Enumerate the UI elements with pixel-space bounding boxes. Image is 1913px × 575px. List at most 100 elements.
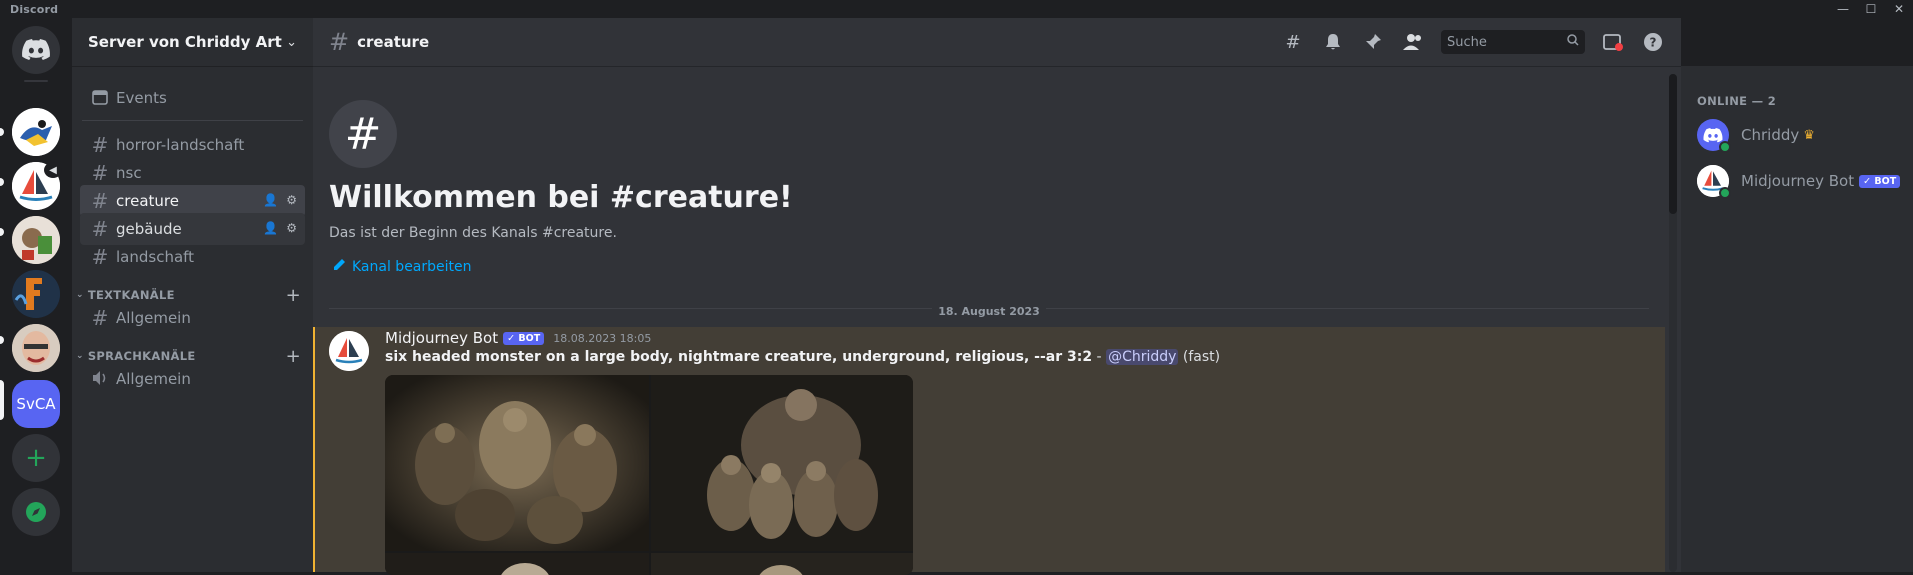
hash-icon: #	[91, 161, 109, 185]
chevron-down-icon: ⌄	[76, 290, 84, 300]
speaker-icon: ◀	[44, 162, 62, 178]
channel-header: # creature # Suche ?	[313, 18, 1681, 66]
channel-title: creature	[357, 33, 430, 51]
invite-icon[interactable]: 👤	[263, 193, 278, 207]
scrollbar[interactable]	[1669, 74, 1677, 572]
pin-icon[interactable]	[1361, 30, 1385, 54]
home-button[interactable]	[12, 26, 60, 74]
server-svca[interactable]: SvCA	[12, 380, 60, 428]
edit-channel-link[interactable]: Kanal bearbeiten	[333, 258, 472, 275]
server-icon-4-art	[12, 270, 60, 318]
inbox-icon[interactable]	[1601, 30, 1625, 54]
channel-label: Allgemein	[116, 309, 191, 327]
active-pill	[0, 380, 4, 420]
hash-icon: #	[91, 133, 109, 157]
hash-icon: #	[329, 28, 350, 56]
user-mention[interactable]: @Chriddy	[1106, 349, 1179, 365]
midjourney-sail-icon	[329, 331, 369, 371]
server-icon-1-art	[12, 108, 60, 156]
chevron-down-icon: ⌄	[286, 34, 297, 50]
hash-icon: #	[91, 306, 109, 330]
server-icon-3-art	[12, 216, 60, 264]
crown-icon: ♛	[1803, 127, 1815, 143]
members-header: ONLINE — 2	[1697, 94, 1776, 108]
invite-icon[interactable]: 👤	[263, 221, 278, 235]
member-item[interactable]: Midjourney Bot ✓ BOT	[1689, 160, 1905, 202]
server-icon-1[interactable]	[12, 108, 60, 156]
search-input[interactable]: Suche	[1441, 30, 1585, 54]
member-item[interactable]: Chriddy ♛	[1689, 114, 1905, 156]
member-name: Midjourney Bot	[1741, 172, 1855, 190]
app-title: Discord	[10, 2, 59, 16]
avatar[interactable]	[329, 331, 369, 371]
category-label: SPRACHKANÄLE	[87, 349, 196, 363]
channel-landschaft[interactable]: # landschaft	[80, 241, 305, 273]
message-timestamp: 18.08.2023 18:05	[553, 331, 652, 345]
welcome-subtitle: Das ist der Beginn des Kanals #creature.	[329, 225, 617, 241]
unread-pill	[0, 128, 4, 136]
server-icon-4[interactable]	[12, 270, 60, 318]
channel-allgemein-text[interactable]: # Allgemein	[80, 302, 305, 334]
server-name: Server von Chriddy Art	[88, 33, 282, 51]
discord-logo-icon	[22, 39, 50, 60]
channel-label: gebäude	[116, 220, 182, 238]
date-divider-label: 18. August 2023	[932, 305, 1046, 318]
close-button[interactable]: ✕	[1885, 0, 1913, 18]
avatar	[1697, 165, 1731, 199]
bot-badge: ✓ BOT	[1859, 174, 1901, 188]
message-author[interactable]: Midjourney Bot	[385, 329, 498, 347]
category-label: TEXTKANÄLE	[87, 288, 175, 302]
generated-image-1[interactable]	[385, 375, 649, 551]
add-server-button[interactable]: +	[12, 434, 60, 482]
bell-icon[interactable]	[1321, 30, 1345, 54]
scrollbar-thumb[interactable]	[1669, 74, 1677, 214]
edit-channel-label: Kanal bearbeiten	[352, 258, 472, 275]
window-controls: — ☐ ✕	[1829, 0, 1913, 18]
search-placeholder: Suche	[1447, 34, 1487, 50]
minimize-button[interactable]: —	[1829, 0, 1857, 18]
image-grid[interactable]	[385, 375, 913, 575]
gear-icon[interactable]: ⚙	[286, 193, 297, 207]
online-status-icon	[1719, 187, 1731, 199]
avatar	[1697, 119, 1731, 153]
events-item[interactable]: Events	[80, 82, 305, 114]
svg-text:?: ?	[1650, 36, 1657, 50]
server-header[interactable]: Server von Chriddy Art ⌄	[72, 18, 313, 66]
server-icon-5-art	[12, 324, 60, 372]
maximize-button[interactable]: ☐	[1857, 0, 1885, 18]
discord-logo-icon	[1703, 127, 1723, 142]
unread-pill	[0, 178, 4, 186]
online-status-icon	[1719, 141, 1731, 153]
message[interactable]: Midjourney Bot ✓ BOT 18.08.2023 18:05 si…	[313, 327, 1665, 575]
title-bar: Discord — ☐ ✕	[0, 0, 1913, 18]
hash-icon: #	[91, 217, 109, 241]
channel-hash-icon: #	[329, 100, 397, 168]
separator-text: -	[1092, 349, 1107, 365]
member-name: Chriddy	[1741, 126, 1800, 144]
search-icon	[1567, 34, 1579, 50]
welcome-title: Willkommen bei #creature!	[329, 180, 793, 215]
gear-icon[interactable]: ⚙	[286, 221, 297, 235]
server-rail: ◀ SvCA +	[0, 18, 72, 572]
events-label: Events	[116, 89, 167, 107]
compass-icon	[26, 502, 46, 522]
channel-sidebar: Server von Chriddy Art ⌄ Events # horror…	[72, 18, 313, 572]
hash-icon: #	[91, 189, 109, 213]
threads-icon[interactable]: #	[1281, 30, 1305, 54]
channel-label: Allgemein	[116, 370, 191, 388]
channel-label: horror-landschaft	[116, 136, 245, 154]
explore-button[interactable]	[12, 488, 60, 536]
chevron-down-icon: ⌄	[76, 351, 84, 361]
channel-allgemein-voice[interactable]: Allgemein	[80, 363, 305, 395]
channel-label: creature	[116, 192, 179, 210]
unread-pill	[0, 336, 4, 344]
server-icon-3[interactable]	[12, 216, 60, 264]
calendar-icon	[88, 86, 112, 110]
bot-badge: ✓ BOT	[503, 331, 545, 345]
message-content: six headed monster on a large body, nigh…	[385, 349, 1220, 365]
hash-icon: #	[91, 245, 109, 269]
members-icon[interactable]	[1401, 30, 1425, 54]
generated-image-2[interactable]	[651, 375, 913, 551]
server-icon-5[interactable]	[12, 324, 60, 372]
help-icon[interactable]: ?	[1641, 30, 1665, 54]
